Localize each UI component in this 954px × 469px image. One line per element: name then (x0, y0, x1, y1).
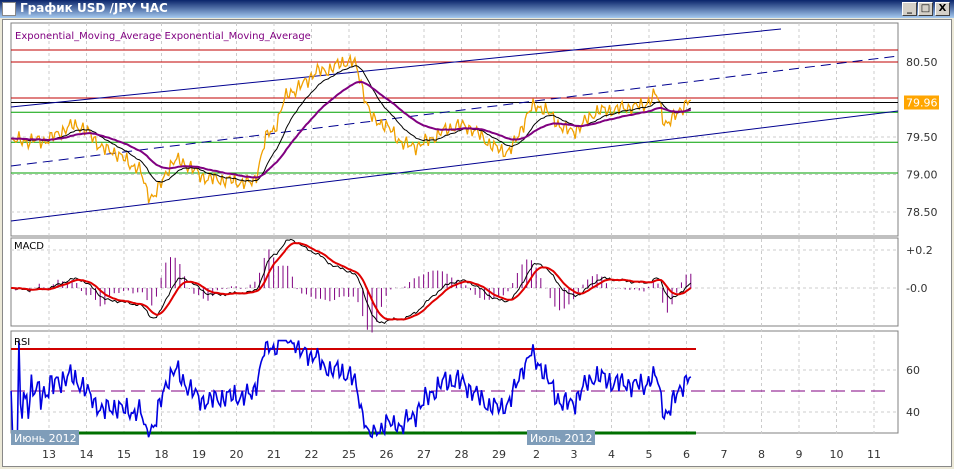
price-tick-label: 79.50 (906, 131, 938, 144)
x-tick-label: 14 (80, 448, 94, 461)
x-tick-label: 10 (830, 448, 844, 461)
last-price-label: 79.96 (906, 97, 938, 110)
x-tick-label: 19 (192, 448, 206, 461)
title-bar: График USD /JPY ЧАС _ □ X (0, 0, 954, 18)
x-tick-label: 26 (380, 448, 394, 461)
x-tick-label: 8 (758, 448, 765, 461)
x-tick-label: 22 (305, 448, 319, 461)
x-tick-label: 2 (533, 448, 540, 461)
price-tick-label: 78.50 (906, 206, 938, 219)
macd-tick-label: -0.0 (906, 282, 927, 295)
rsi-label: RSI (14, 337, 30, 348)
price-tick-label: 80.50 (906, 56, 938, 69)
x-tick-label: 11 (867, 448, 881, 461)
x-tick-label: 21 (267, 448, 281, 461)
x-tick-label: 13 (42, 448, 56, 461)
x-tick-label: 29 (492, 448, 506, 461)
chart-window: График USD /JPY ЧАС _ □ X 13 14 15 18 19 20 21… (0, 0, 954, 469)
rsi-tick-label: 40 (906, 406, 920, 419)
chart-area[interactable]: 13 14 15 18 19 20 21 22 25 26 27 28 29 2 3 4 5 6 7 8 9 10 11 80… (2, 19, 952, 467)
window-title: График USD /JPY ЧАС (20, 1, 168, 15)
macd-label: MACD (14, 241, 44, 252)
chart-icon (2, 2, 16, 16)
maximize-button[interactable]: □ (918, 2, 933, 16)
x-tick-label: 25 (342, 448, 356, 461)
close-button[interactable]: X (935, 2, 950, 16)
x-tick-label: 18 (155, 448, 169, 461)
month-label: Июнь 2012 (14, 432, 77, 445)
macd-panel (10, 237, 899, 327)
x-tick-label: 15 (117, 448, 131, 461)
x-tick-label: 28 (455, 448, 469, 461)
chart-svg[interactable]: 13 14 15 18 19 20 21 22 25 26 27 28 29 2 3 4 5 6 7 8 9 10 11 80… (3, 20, 951, 466)
x-tick-label: 27 (417, 448, 431, 461)
x-tick-label: 20 (230, 448, 244, 461)
x-tick-label: 4 (608, 448, 615, 461)
macd-tick-label: +0.2 (906, 244, 933, 257)
x-tick-label: 3 (571, 448, 578, 461)
rsi-panel (10, 330, 899, 434)
x-tick-label: 6 (683, 448, 690, 461)
minimize-button[interactable]: _ (902, 2, 917, 16)
x-tick-label: 5 (646, 448, 653, 461)
price-tick-label: 79.00 (906, 169, 938, 182)
indicator-legend: Exponential_Moving_Average Exponential_M… (15, 31, 311, 42)
x-tick-label: 9 (796, 448, 803, 461)
month-label: Июль 2012 (530, 432, 593, 445)
rsi-tick-label: 60 (906, 364, 920, 377)
x-tick-label: 7 (721, 448, 728, 461)
